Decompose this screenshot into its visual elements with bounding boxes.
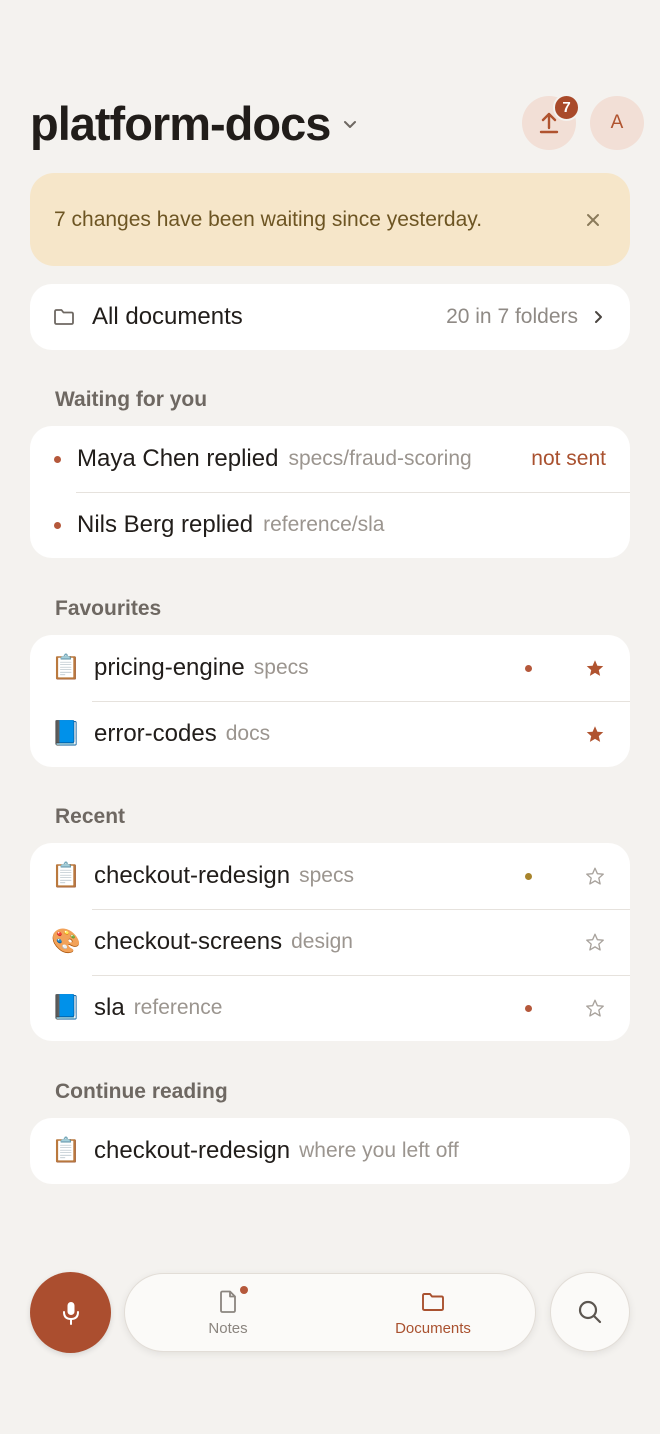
- clipboard-icon: 📋: [51, 862, 81, 889]
- section-favourites-label: Favourites: [55, 597, 162, 620]
- banner-text: 7 changes have been waiting since yester…: [54, 207, 483, 231]
- reply-path: reference/sla: [263, 513, 385, 536]
- tab-bar: Notes Documents: [124, 1273, 536, 1352]
- unread-dot: [54, 455, 61, 463]
- section-waiting-label: Waiting for you: [55, 388, 208, 411]
- notification-dot: [240, 1286, 248, 1294]
- status-badge: not sent: [531, 447, 606, 470]
- document-name: checkout-screens: [94, 928, 283, 955]
- folder-icon: [52, 305, 76, 329]
- list-item[interactable]: 📘 sla reference: [30, 975, 630, 1041]
- tab-notes[interactable]: Notes: [153, 1274, 303, 1353]
- star-filled-icon[interactable]: [584, 657, 606, 679]
- list-item[interactable]: 📋 pricing-engine specs: [30, 635, 630, 701]
- chevron-right-icon: [592, 310, 606, 324]
- section-recent-label: Recent: [55, 805, 126, 828]
- search-icon: [577, 1299, 603, 1325]
- star-outline-icon[interactable]: [584, 931, 606, 953]
- all-documents-row[interactable]: All documents 20 in 7 folders: [30, 284, 630, 350]
- note-icon: [216, 1286, 248, 1314]
- chevron-down-icon: [342, 117, 358, 133]
- close-icon[interactable]: [582, 209, 604, 231]
- document-folder: reference: [133, 996, 223, 1019]
- reply-path: specs/fraud-scoring: [288, 447, 472, 470]
- all-documents-label: All documents: [92, 303, 243, 330]
- tab-documents-label: Documents: [395, 1320, 471, 1337]
- voice-note-button[interactable]: [30, 1272, 111, 1353]
- document-count: 20 in 7 folders: [446, 305, 578, 328]
- tab-documents[interactable]: Documents: [358, 1274, 508, 1353]
- palette-icon: 🎨: [51, 928, 81, 955]
- document-folder: docs: [225, 722, 271, 745]
- blue-book-icon: 📘: [51, 994, 81, 1021]
- list-item[interactable]: 🎨 checkout-screens design: [30, 909, 630, 975]
- resume-hint: where you left off: [299, 1139, 459, 1162]
- clipboard-icon: 📋: [51, 654, 81, 681]
- blue-book-icon: 📘: [51, 720, 81, 747]
- continue-reading-card: 📋 checkout-redesign where you left off: [30, 1118, 630, 1184]
- recent-list: 📋 checkout-redesign specs 🎨 checkout-scr…: [30, 843, 630, 1041]
- document-name: checkout-redesign: [94, 1137, 291, 1164]
- pending-changes-banner: 7 changes have been waiting since yester…: [30, 173, 630, 266]
- header-actions: 7 A: [522, 94, 644, 150]
- upload-button[interactable]: 7: [522, 94, 580, 150]
- header: platform-docs 7 A: [30, 92, 644, 154]
- star-outline-icon[interactable]: [584, 997, 606, 1019]
- tab-notes-label: Notes: [208, 1320, 248, 1337]
- document-folder: specs: [299, 864, 354, 887]
- document-name: pricing-engine: [94, 654, 245, 681]
- clipboard-icon: 📋: [51, 1137, 81, 1164]
- search-button[interactable]: [550, 1272, 630, 1352]
- workspace-switcher[interactable]: platform-docs: [30, 96, 358, 151]
- document-name: checkout-redesign: [94, 862, 291, 889]
- list-item[interactable]: Maya Chen replied specs/fraud-scoring no…: [30, 426, 630, 492]
- list-item[interactable]: 📘 error-codes docs: [30, 701, 630, 767]
- reply-author: Maya Chen replied: [77, 445, 279, 472]
- unread-dot: [54, 521, 61, 529]
- folder-icon: [421, 1290, 445, 1314]
- star-filled-icon[interactable]: [584, 723, 606, 745]
- document-folder: design: [291, 930, 353, 953]
- list-item[interactable]: 📋 checkout-redesign where you left off: [30, 1118, 630, 1184]
- section-continue-label: Continue reading: [55, 1080, 228, 1103]
- document-folder: specs: [253, 656, 309, 679]
- waiting-list: Maya Chen replied specs/fraud-scoring no…: [30, 426, 630, 558]
- microphone-icon: [61, 1300, 81, 1326]
- list-item[interactable]: Nils Berg replied reference/sla: [30, 492, 630, 558]
- star-outline-icon[interactable]: [584, 865, 606, 887]
- upload-count-badge: 7: [553, 94, 580, 121]
- reply-author: Nils Berg replied: [77, 511, 254, 538]
- unread-dot: [525, 1004, 532, 1012]
- page: platform-docs 7 A 7 changes have been wa…: [0, 0, 660, 1434]
- avatar[interactable]: A: [590, 96, 644, 150]
- changed-dot: [525, 872, 532, 880]
- favourites-list: 📋 pricing-engine specs 📘 error-codes doc…: [30, 635, 630, 767]
- unread-dot: [525, 664, 532, 672]
- document-name: sla: [94, 994, 125, 1021]
- list-item[interactable]: 📋 checkout-redesign specs: [30, 843, 630, 909]
- workspace-title: platform-docs: [30, 96, 331, 150]
- document-name: error-codes: [94, 720, 217, 747]
